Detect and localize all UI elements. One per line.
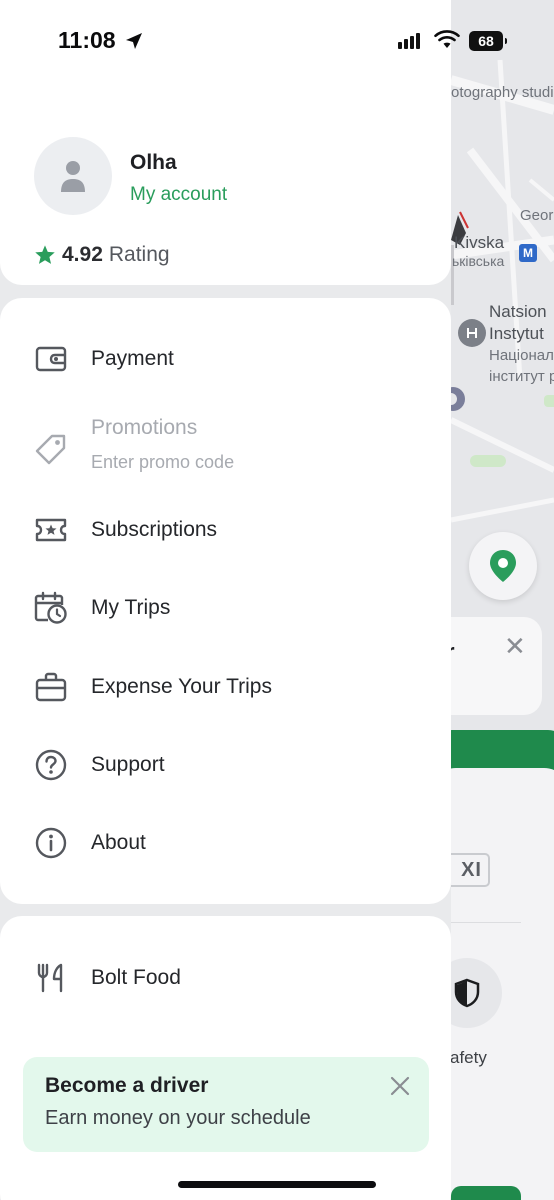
map-label: Kivska <box>454 233 505 252</box>
star-icon <box>35 245 55 264</box>
avatar[interactable] <box>34 137 112 215</box>
wifi-icon <box>434 30 460 48</box>
divider <box>451 922 521 923</box>
ticket-star-icon <box>34 513 68 547</box>
map-label: otography studi <box>451 84 554 101</box>
menu-item-expense-trips[interactable]: Expense Your Trips <box>0 657 451 717</box>
close-icon[interactable]: ✕ <box>504 633 526 659</box>
menu-item-label: My Trips <box>91 596 171 619</box>
briefcase-icon <box>34 670 68 704</box>
map-label: інститут р <box>489 368 554 385</box>
rating-value: 4.92 <box>62 243 103 266</box>
menu-item-label: Subscriptions <box>91 518 218 541</box>
menu-item-subscriptions[interactable]: Subscriptions <box>0 500 451 560</box>
driver-banner-subtitle: Earn money on your schedule <box>45 1107 311 1129</box>
map-label: Natsion <box>489 302 547 321</box>
close-icon[interactable] <box>387 1073 413 1099</box>
user-avatar-icon <box>61 161 85 192</box>
menu-item-my-trips[interactable]: My Trips <box>0 578 451 638</box>
menu-item-label: Bolt Food <box>91 966 181 989</box>
signal-icon <box>398 33 420 49</box>
green-strip <box>451 1186 521 1200</box>
location-pin-icon <box>490 550 516 582</box>
map-label: Georg <box>520 207 554 224</box>
menu-item-label: Support <box>91 753 165 776</box>
battery-icon: 68 <box>469 31 507 51</box>
menu-item-about[interactable]: About <box>0 813 451 873</box>
menu-card: Payment Promotions Enter promo code Subs… <box>0 298 451 904</box>
safety-label: afety <box>450 1048 487 1067</box>
rating-row: 4.92 Rating <box>34 243 170 267</box>
map-label: Націонал <box>489 347 554 364</box>
location-arrow-icon <box>126 33 142 49</box>
user-name: Olha <box>130 151 177 174</box>
menu-item-label: Promotions <box>91 416 198 439</box>
map-label: Instytut <box>489 324 544 343</box>
menu-item-support[interactable]: Support <box>0 735 451 795</box>
menu-item-label: Payment <box>91 347 174 370</box>
home-indicator[interactable] <box>178 1181 376 1188</box>
menu-item-payment[interactable]: Payment <box>0 329 451 389</box>
shield-icon <box>454 978 480 1008</box>
wallet-icon <box>34 342 68 376</box>
info-circle-icon <box>34 826 68 860</box>
metro-icon: M <box>519 244 537 262</box>
driver-banner-title: Become a driver <box>45 1074 209 1097</box>
status-time: 11:08 <box>58 27 116 53</box>
menu-item-subtitle: Enter promo code <box>91 452 235 472</box>
calendar-clock-icon <box>34 591 68 625</box>
menu-item-promotions[interactable]: Promotions Enter promo code <box>0 412 451 482</box>
my-account-link[interactable]: My account <box>130 184 227 206</box>
question-circle-icon <box>34 748 68 782</box>
menu-item-bolt-food[interactable]: Bolt Food <box>0 948 451 1008</box>
map-label: ьківська <box>452 253 505 269</box>
status-bar: 11:08 68 <box>0 0 554 80</box>
menu-item-label: Expense Your Trips <box>91 675 272 698</box>
my-location-button[interactable] <box>469 532 537 600</box>
tag-icon <box>34 432 68 466</box>
menu-item-label: About <box>91 831 146 854</box>
side-drawer: Olha My account 4.92 Rating Payment Prom… <box>0 0 451 1200</box>
become-driver-banner[interactable]: Become a driver Earn money on your sched… <box>23 1057 429 1152</box>
fork-knife-icon <box>34 961 68 995</box>
rating-label: Rating <box>108 243 170 266</box>
